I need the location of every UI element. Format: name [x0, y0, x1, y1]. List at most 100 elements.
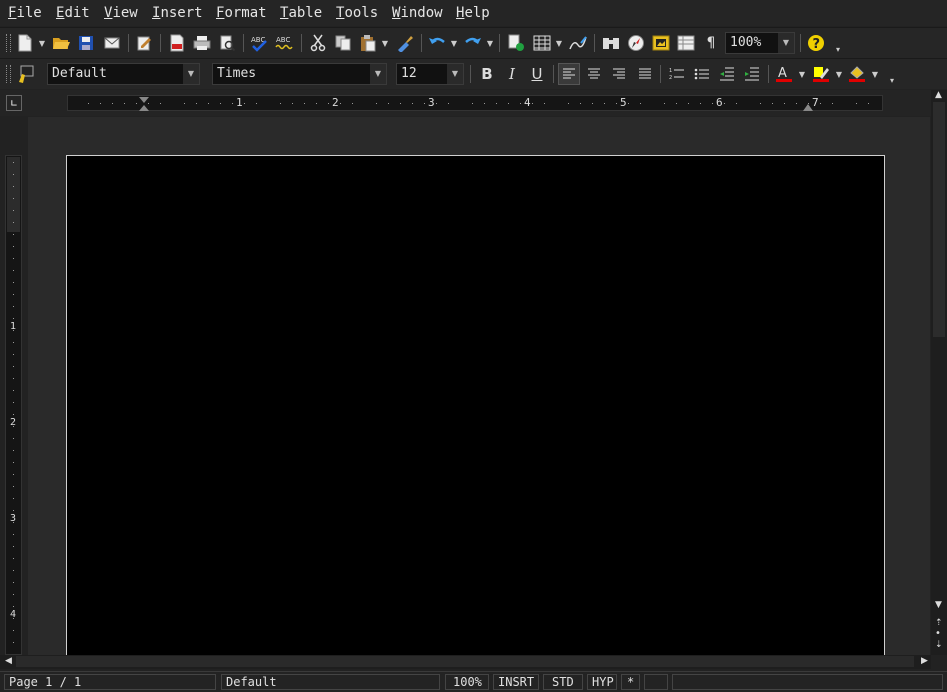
digital-signature-indicator[interactable]	[644, 674, 668, 690]
zoom-indicator[interactable]: 100%	[445, 674, 489, 690]
menu-view[interactable]: View	[104, 5, 138, 21]
menu-table[interactable]: Table	[280, 5, 322, 21]
clone-formatting-icon[interactable]	[394, 32, 416, 54]
chevron-down-icon[interactable]: ▼	[778, 33, 794, 53]
background-color-icon[interactable]	[846, 63, 868, 85]
show-draw-functions-icon[interactable]	[567, 32, 589, 54]
vertical-scroll-thumb[interactable]	[933, 102, 945, 337]
toolbar-overflow[interactable]: ▾	[888, 69, 896, 91]
bold-button[interactable]: B	[476, 63, 498, 85]
menu-help[interactable]: Help	[456, 5, 490, 21]
new-document-icon[interactable]	[14, 32, 36, 54]
ruler-tick	[784, 103, 785, 104]
vertical-scrollbar[interactable]: ▲ ▼ ⇡ • ⇣	[931, 90, 947, 655]
font-color-icon[interactable]: A	[773, 63, 795, 85]
highlighting-icon[interactable]	[810, 63, 832, 85]
toolbar-grip[interactable]	[6, 34, 11, 52]
data-sources-icon[interactable]	[675, 32, 697, 54]
hyperlink-icon[interactable]	[505, 32, 527, 54]
open-folder-icon[interactable]	[50, 32, 72, 54]
insert-mode-indicator[interactable]: INSRT	[493, 674, 539, 690]
font-size-combo[interactable]: 12 ▼	[396, 63, 464, 85]
ruler-tick	[628, 103, 629, 104]
export-pdf-icon[interactable]	[166, 32, 188, 54]
numbering-icon[interactable]: 12	[666, 63, 688, 85]
menu-tools[interactable]: Tools	[336, 5, 378, 21]
paste-dropdown[interactable]: ▼	[381, 32, 389, 54]
toolbar-grip[interactable]	[6, 65, 11, 83]
ruler-tick	[340, 103, 341, 104]
table-icon[interactable]	[531, 32, 553, 54]
menu-edit[interactable]: Edit	[56, 5, 90, 21]
next-page-icon[interactable]: ⇣	[935, 640, 943, 650]
styles-formatting-icon[interactable]	[14, 63, 36, 85]
scroll-left-icon[interactable]: ◀	[5, 656, 12, 666]
background-color-dropdown[interactable]: ▼	[871, 63, 879, 85]
font-name-combo[interactable]: Times ▼	[212, 63, 387, 85]
paragraph-style-combo[interactable]: Default ▼	[47, 63, 200, 85]
undo-icon[interactable]	[426, 32, 448, 54]
increase-indent-icon[interactable]	[741, 63, 763, 85]
undo-dropdown[interactable]: ▼	[450, 32, 458, 54]
page-preview-icon[interactable]	[216, 32, 238, 54]
bullets-icon[interactable]	[691, 63, 713, 85]
menu-file[interactable]: File	[8, 5, 42, 21]
find-replace-icon[interactable]	[600, 32, 622, 54]
chevron-down-icon[interactable]: ▼	[183, 64, 199, 84]
decrease-indent-icon[interactable]	[716, 63, 738, 85]
save-icon[interactable]	[75, 32, 97, 54]
print-icon[interactable]	[191, 32, 213, 54]
scroll-right-icon[interactable]: ▶	[921, 656, 928, 666]
email-icon[interactable]	[101, 32, 123, 54]
chevron-down-icon[interactable]: ▼	[370, 64, 386, 84]
menu-window[interactable]: Window	[392, 5, 443, 21]
page-indicator[interactable]: Page 1 / 1	[4, 674, 216, 690]
copy-icon[interactable]	[332, 32, 354, 54]
right-indent-marker[interactable]	[802, 102, 814, 112]
chevron-down-icon[interactable]: ▼	[447, 64, 463, 84]
horizontal-scroll-thumb[interactable]	[16, 656, 914, 667]
horizontal-scrollbar[interactable]: ◀ ▶	[0, 655, 931, 669]
tab-stop-type-button[interactable]: ∟	[6, 95, 22, 111]
zoom-combo[interactable]: 100% ▼	[725, 32, 795, 54]
navigation-icon[interactable]: •	[935, 628, 941, 639]
zoom-value: 100%	[730, 35, 762, 50]
scroll-down-icon[interactable]: ▼	[935, 600, 942, 610]
highlighting-dropdown[interactable]: ▼	[835, 63, 843, 85]
help-icon[interactable]: ?	[805, 32, 827, 54]
gallery-icon[interactable]	[650, 32, 672, 54]
new-dropdown[interactable]: ▼	[38, 32, 46, 54]
menu-insert[interactable]: Insert	[152, 5, 203, 21]
autospellcheck-icon[interactable]: ABC	[274, 32, 296, 54]
left-indent-marker[interactable]	[138, 96, 150, 112]
formatting-marks-icon[interactable]: ¶	[700, 32, 722, 54]
ruler-tick	[13, 378, 14, 379]
edit-file-icon[interactable]	[133, 32, 155, 54]
previous-page-icon[interactable]: ⇡	[935, 618, 943, 628]
ruler-tick	[13, 582, 14, 583]
scroll-up-icon[interactable]: ▲	[935, 90, 942, 100]
paste-icon[interactable]	[357, 32, 379, 54]
page-style-indicator[interactable]: Default	[221, 674, 440, 690]
justify-icon[interactable]	[634, 63, 656, 85]
redo-dropdown[interactable]: ▼	[486, 32, 494, 54]
horizontal-ruler[interactable]: 1 2 3 4 5 6 7	[67, 95, 883, 111]
hyperlink-mode-indicator[interactable]: HYP	[587, 674, 617, 690]
table-dropdown[interactable]: ▼	[555, 32, 563, 54]
cut-icon[interactable]	[307, 32, 329, 54]
font-color-dropdown[interactable]: ▼	[798, 63, 806, 85]
spellcheck-icon[interactable]: ABC	[249, 32, 271, 54]
underline-button[interactable]: U	[526, 63, 548, 85]
italic-button[interactable]: I	[501, 63, 523, 85]
align-left-icon[interactable]	[558, 63, 580, 85]
vertical-ruler[interactable]: 1 2 3 4	[5, 155, 22, 655]
horizontal-ruler-row: ∟ 1 2 3 4 5 6 7	[0, 90, 947, 116]
selection-mode-indicator[interactable]: STD	[543, 674, 583, 690]
menu-format[interactable]: Format	[216, 5, 267, 21]
align-center-icon[interactable]	[583, 63, 605, 85]
document-page[interactable]	[66, 155, 885, 655]
navigator-icon[interactable]	[625, 32, 647, 54]
align-right-icon[interactable]	[608, 63, 630, 85]
redo-icon[interactable]	[462, 32, 484, 54]
toolbar-overflow[interactable]: ▾	[834, 38, 842, 60]
